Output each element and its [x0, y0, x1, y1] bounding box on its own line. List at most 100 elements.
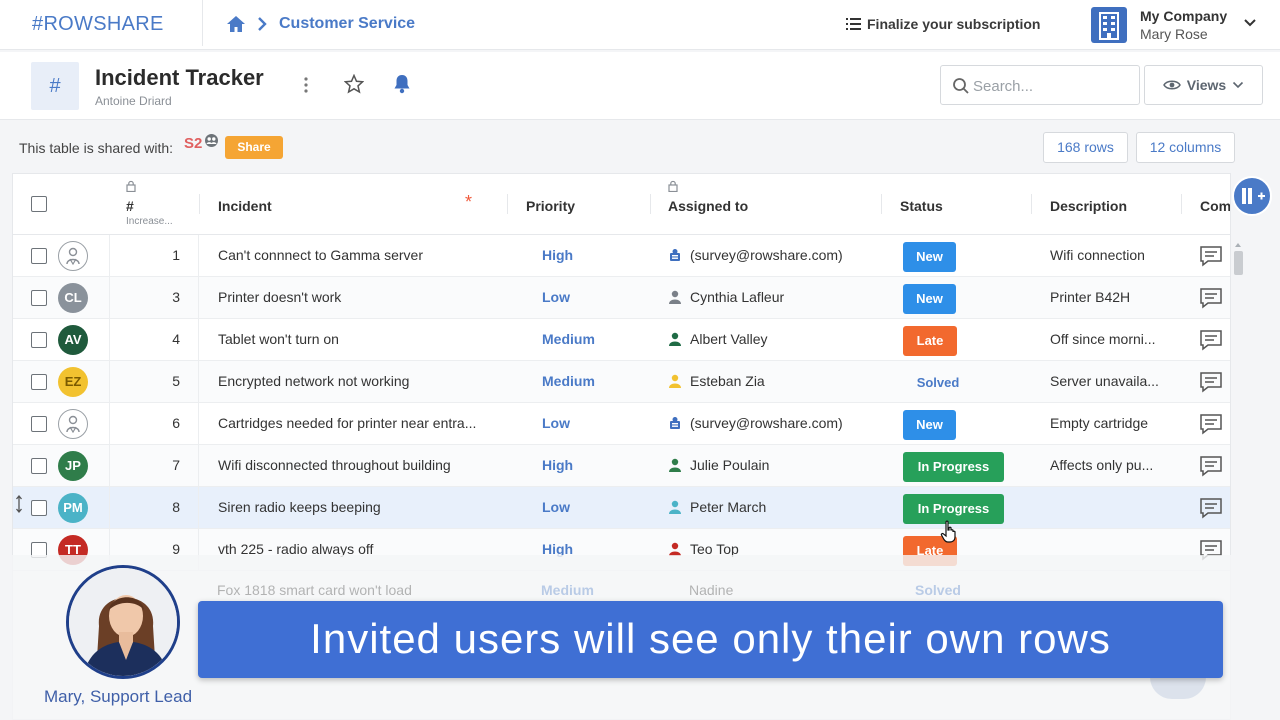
row-number[interactable]: 7 — [109, 445, 199, 486]
description-cell[interactable]: Server unavaila... — [1050, 361, 1175, 402]
company-building-icon[interactable] — [1091, 7, 1127, 43]
rows-count-button[interactable]: 168 rows — [1043, 132, 1128, 163]
row-checkbox[interactable] — [31, 374, 47, 390]
status-badge[interactable]: New — [903, 410, 956, 440]
shared-users-count: S2 — [184, 135, 203, 152]
assignee-cell[interactable]: Julie Poulain — [668, 445, 878, 486]
comment-icon[interactable] — [1199, 287, 1223, 309]
incident-cell[interactable]: Can't connnect to Gamma server — [218, 235, 498, 276]
finalize-subscription-link[interactable]: Finalize your subscription — [846, 16, 1040, 32]
assignee-name: (survey@rowshare.com) — [690, 247, 843, 263]
priority-cell[interactable]: Low — [542, 487, 642, 528]
priority-cell[interactable]: High — [542, 235, 642, 276]
incident-cell[interactable]: Cartridges needed for printer near entra… — [218, 403, 498, 444]
table-row[interactable]: 1 Can't connnect to Gamma server High (surv… — [13, 235, 1230, 277]
assignee-cell[interactable]: Cynthia Lafleur — [668, 277, 878, 318]
incident-cell[interactable]: Tablet won't turn on — [218, 319, 498, 360]
comment-icon[interactable] — [1199, 245, 1223, 267]
comment-icon[interactable] — [1199, 455, 1223, 477]
row-checkbox[interactable] — [31, 332, 47, 348]
description-cell[interactable]: Affects only pu... — [1050, 445, 1175, 486]
status-badge[interactable]: Solved — [903, 368, 973, 398]
table-row[interactable]: JP 7 Wifi disconnected throughout building… — [13, 445, 1230, 487]
priority-cell[interactable]: Low — [542, 403, 642, 444]
assignee-cell[interactable]: (survey@rowshare.com) — [668, 403, 878, 444]
rowshare-logo[interactable]: #ROWSHARE — [32, 13, 164, 36]
row-number[interactable]: 3 — [109, 277, 199, 318]
table-row[interactable]: EZ 5 Encrypted network not working Medium Es… — [13, 361, 1230, 403]
row-checkbox[interactable] — [31, 416, 47, 432]
views-button[interactable]: Views — [1144, 65, 1263, 105]
assignee-cell[interactable]: (survey@rowshare.com) — [668, 235, 878, 276]
table-row[interactable]: 6 Cartridges needed for printer near entr… — [13, 403, 1230, 445]
comment-icon[interactable] — [1199, 371, 1223, 393]
row-number[interactable]: 8 — [109, 487, 199, 528]
breadcrumb-current[interactable]: Customer Service — [279, 15, 415, 33]
row-drag-handle-icon[interactable] — [15, 495, 23, 513]
vertical-scrollbar[interactable] — [1232, 237, 1244, 557]
status-badge[interactable]: Late — [903, 326, 957, 356]
search-box — [940, 65, 1140, 105]
company-name[interactable]: My Company — [1140, 8, 1227, 24]
row-checkbox[interactable] — [31, 290, 47, 306]
status-badge[interactable]: New — [903, 242, 956, 272]
row-checkbox[interactable] — [31, 458, 47, 474]
shared-with-label: This table is shared with: — [19, 140, 174, 156]
table-row[interactable]: PM 8 Siren radio keeps beeping Low Peter Mar… — [13, 487, 1230, 529]
description-cell[interactable]: Wifi connection — [1050, 235, 1175, 276]
search-input[interactable] — [973, 75, 1123, 97]
comment-icon[interactable] — [1199, 497, 1223, 519]
row-number[interactable]: 5 — [109, 361, 199, 402]
add-column-icon — [1242, 188, 1265, 204]
status-badge[interactable]: In Progress — [903, 452, 1004, 482]
description-cell[interactable] — [1050, 487, 1175, 528]
bell-icon[interactable] — [393, 74, 411, 94]
side-panel-button[interactable] — [1232, 176, 1272, 216]
row-checkbox[interactable] — [31, 500, 47, 516]
column-header-comments[interactable]: Comm — [1200, 198, 1230, 214]
scroll-up-icon[interactable] — [1232, 240, 1244, 250]
column-header-number[interactable]: # — [126, 198, 134, 214]
priority-cell[interactable]: Medium — [542, 319, 642, 360]
row-number[interactable]: 6 — [109, 403, 199, 444]
select-all-checkbox[interactable] — [31, 196, 47, 212]
priority-cell[interactable]: Low — [542, 277, 642, 318]
description-cell[interactable]: Off since morni... — [1050, 319, 1175, 360]
row-checkbox[interactable] — [31, 248, 47, 264]
chevron-down-icon[interactable] — [1243, 18, 1257, 28]
column-header-status[interactable]: Status — [900, 198, 943, 214]
more-options-icon[interactable] — [300, 74, 312, 96]
column-header-assigned-to[interactable]: Assigned to — [668, 198, 748, 214]
incident-cell[interactable]: Encrypted network not working — [218, 361, 498, 402]
row-number[interactable]: 4 — [109, 319, 199, 360]
assignee-cell[interactable]: Esteban Zia — [668, 361, 878, 402]
column-header-description[interactable]: Description — [1050, 198, 1127, 214]
table-title[interactable]: Incident Tracker — [95, 65, 264, 91]
share-button[interactable]: Share — [225, 136, 283, 159]
priority-cell[interactable]: Medium — [542, 361, 642, 402]
scroll-thumb[interactable] — [1234, 251, 1243, 275]
home-icon[interactable] — [226, 15, 246, 33]
chevron-down-icon — [1233, 81, 1244, 89]
description-cell[interactable]: Printer B42H — [1050, 277, 1175, 318]
current-user-name[interactable]: Mary Rose — [1140, 26, 1208, 42]
incident-cell[interactable]: Printer doesn't work — [218, 277, 498, 318]
row-number[interactable]: 1 — [109, 235, 199, 276]
avatar: AV — [58, 325, 88, 355]
column-header-incident[interactable]: Incident — [218, 198, 272, 214]
assignee-cell[interactable]: Albert Valley — [668, 319, 878, 360]
comment-icon[interactable] — [1199, 413, 1223, 435]
incident-cell[interactable]: Siren radio keeps beeping — [218, 487, 498, 528]
table-row[interactable]: CL 3 Printer doesn't work Low Cynthia Lafleu… — [13, 277, 1230, 319]
description-cell[interactable]: Empty cartridge — [1050, 403, 1175, 444]
status-badge[interactable]: New — [903, 284, 956, 314]
assignee-cell[interactable]: Peter March — [668, 487, 878, 528]
column-header-priority[interactable]: Priority — [526, 198, 575, 214]
incident-cell[interactable]: Wifi disconnected throughout building — [218, 445, 498, 486]
star-icon[interactable] — [344, 74, 364, 94]
shared-users-avatar[interactable]: S2 — [184, 134, 218, 159]
priority-cell[interactable]: High — [542, 445, 642, 486]
columns-count-button[interactable]: 12 columns — [1136, 132, 1235, 163]
comment-icon[interactable] — [1199, 329, 1223, 351]
table-row[interactable]: AV 4 Tablet won't turn on Medium Albert Vall… — [13, 319, 1230, 361]
